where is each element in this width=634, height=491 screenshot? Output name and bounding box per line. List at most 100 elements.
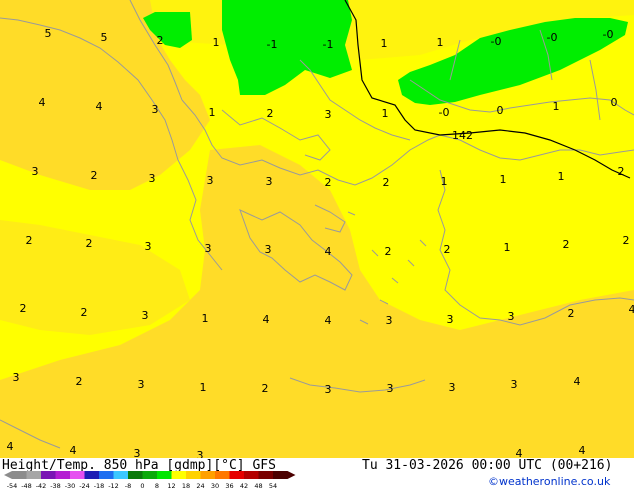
map-footer: Height/Temp. 850 hPa [gdmp][°C] GFS Tu 3… [0,458,634,490]
temperature-value-label: 1 [213,36,220,49]
temperature-value-label: 2 [623,234,630,247]
color-scale-swatch [12,471,27,479]
temperature-value-label: 3 [134,447,141,458]
temperature-value-label: 4 [96,100,103,113]
temperature-value-label: -0 [439,106,450,119]
color-scale-label: -42 [36,482,47,490]
temperature-value-label: 1 [209,106,216,119]
color-scale: -54-48-42-38-30-24-18-12-808121824303642… [2,471,302,491]
color-scale-label: -38 [50,482,61,490]
color-scale-label: -12 [108,482,119,490]
color-scale-label: 42 [240,482,248,490]
temperature-value-label: 5 [101,31,108,44]
temperature-value-label: 1 [504,241,511,254]
temperature-value-label: 3 [207,174,214,187]
color-scale-label: 24 [196,482,204,490]
temperature-value-label: 2 [325,176,332,189]
color-scale-swatch [172,471,187,479]
temperature-value-label: 1 [437,36,444,49]
temperature-value-label: 3 [386,314,393,327]
temperature-value-label: 3 [149,172,156,185]
temperature-value-label: 1 [382,107,389,120]
temperature-value-label: 3 [138,378,145,391]
forecast-datetime: Tu 31-03-2026 00:00 UTC (00+216) [362,458,612,473]
temperature-value-label: 4 [263,313,270,326]
temperature-value-label: 2 [26,234,33,247]
color-scale-label: 18 [182,482,190,490]
temperature-value-label: 3 [447,313,454,326]
temperature-value-label: -0 [603,28,614,41]
temperature-value-label: 3 [197,449,204,458]
temperature-value-label: 4 [574,375,581,388]
temperature-value-label: 3 [387,382,394,395]
color-scale-label: 8 [155,482,159,490]
color-scale-label: -48 [21,482,32,490]
temperature-value-label: 2 [91,169,98,182]
temperature-value-label: 1 [381,37,388,50]
temperature-value-label: 2 [385,245,392,258]
temperature-value-label: 1 [553,100,560,113]
temperature-value-label: -0 [491,35,502,48]
weather-map: 142 5521-1-111-0-0-04431231-001032333221… [0,0,634,458]
color-scale-swatch [186,471,201,479]
temperature-value-label: -1 [323,38,334,51]
temperature-value-label: 2 [81,306,88,319]
temperature-value-label: 2 [157,34,164,47]
color-scale-arrow-left [4,471,12,479]
temperature-value-label: 1 [202,312,209,325]
temperature-value-label: 3 [13,371,20,384]
temperature-value-label: 3 [449,381,456,394]
color-scale-swatch [244,471,259,479]
temperature-value-label: 4 [325,314,332,327]
temperature-value-label: 4 [39,96,46,109]
temperature-value-label: 3 [265,243,272,256]
temperature-value-label: 2 [568,307,575,320]
temperature-value-label: 3 [145,240,152,253]
temperature-value-label: 2 [20,302,27,315]
temperature-value-label: 2 [262,382,269,395]
color-scale-swatch [70,471,85,479]
color-scale-label: -18 [94,482,105,490]
color-scale-label: 0 [140,482,144,490]
temperature-value-label: 3 [205,242,212,255]
color-scale-swatch [99,471,114,479]
color-scale-swatch [56,471,71,479]
temperature-value-label: 3 [325,108,332,121]
temperature-value-label: 2 [563,238,570,251]
color-scale-swatch [128,471,143,479]
color-scale-swatch [143,471,158,479]
color-scale-swatch [41,471,56,479]
credit-link[interactable]: ©weatheronline.co.uk [488,475,610,488]
color-scale-label: 12 [167,482,175,490]
temperature-value-label: -1 [267,38,278,51]
color-scale-swatch [230,471,245,479]
temperature-value-label: 3 [511,378,518,391]
color-scale-label: -8 [125,482,131,490]
temperature-value-label: 2 [76,375,83,388]
color-scale-swatch [114,471,129,479]
color-scale-label: -54 [7,482,18,490]
temperature-value-label: 5 [45,27,52,40]
temperature-value-label: 2 [383,176,390,189]
temperature-value-label: 4 [516,447,523,458]
temperature-value-label: 3 [508,310,515,323]
temperature-value-label: 4 [7,440,14,453]
temperature-value-label: 1 [441,175,448,188]
temperature-value-label: 4 [325,245,332,258]
color-scale-arrow-right [288,471,296,479]
temperature-value-label: 2 [86,237,93,250]
temperature-value-label: 4 [70,444,77,457]
color-scale-label: 54 [269,482,277,490]
color-scale-label: 30 [211,482,219,490]
temperature-value-label: 4 [629,303,634,316]
color-scale-swatch [157,471,172,479]
color-scale-swatch [201,471,216,479]
temperature-value-label: 0 [611,96,618,109]
temperature-value-label: 2 [444,243,451,256]
temperature-value-label: 2 [618,165,625,178]
color-scale-swatch [259,471,274,479]
temperature-value-label: 3 [32,165,39,178]
color-scale-swatch [27,471,42,479]
temperature-value-label: 3 [152,103,159,116]
color-scale-label: -24 [79,482,90,490]
